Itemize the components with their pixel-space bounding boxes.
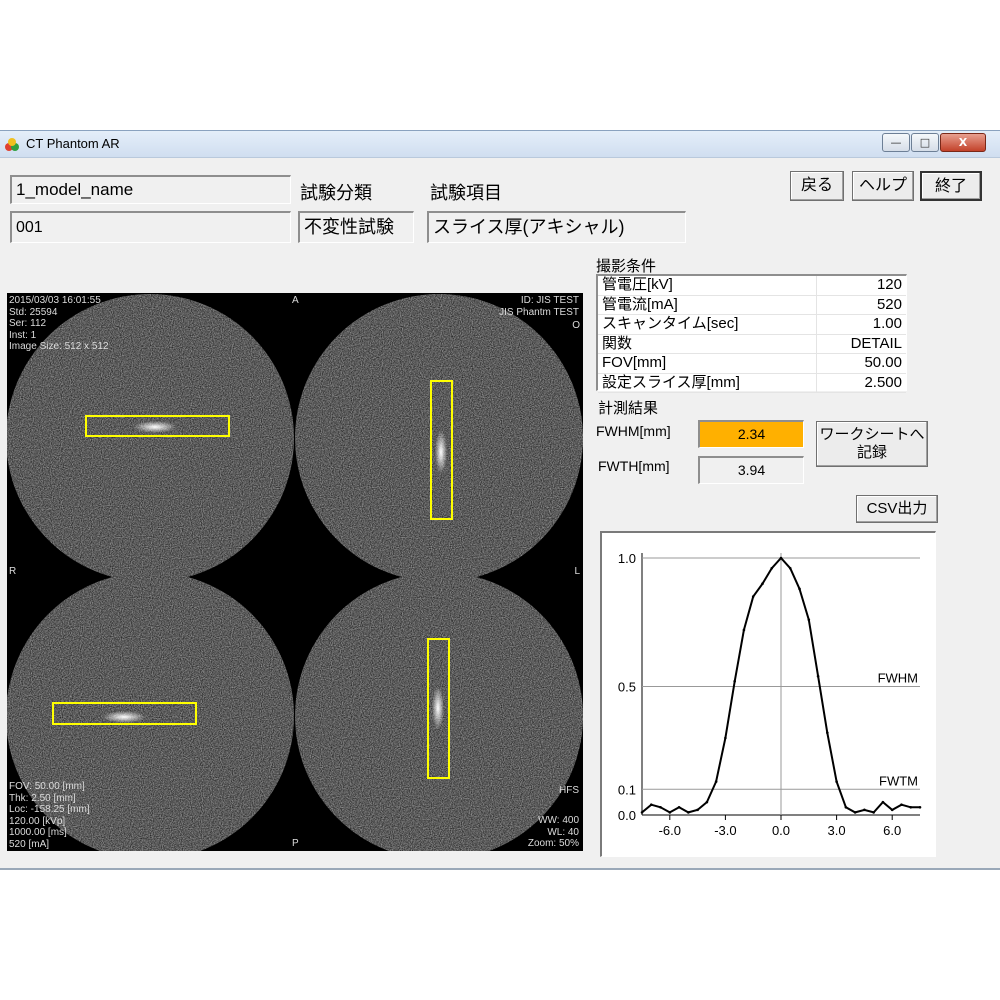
- app-logo-icon: [5, 138, 19, 151]
- data-point: [835, 780, 838, 783]
- annotation-fwtm: FWTM: [879, 773, 918, 788]
- data-point: [751, 595, 755, 598]
- conditions-table: 管電圧[kV] 120 管電流[mA] 520 スキャンタイム[sec] 1.00 関…: [596, 274, 907, 393]
- y-tick-label: 1.0: [618, 551, 636, 566]
- test-item-field: スライス厚(アキシャル): [427, 211, 686, 243]
- slice-spot-3: [102, 711, 146, 723]
- worksheet-button-line1: ワークシートへ: [819, 426, 925, 443]
- orientation-right: L: [574, 566, 580, 577]
- fwhm-value: 2.34: [698, 420, 804, 448]
- data-point: [687, 811, 690, 814]
- annotation-fwhm: FWHM: [878, 671, 918, 686]
- minimize-button[interactable]: —: [882, 133, 910, 152]
- app-window: CT Phantom AR — □ X 1_model_name 001 試験分…: [0, 130, 1000, 870]
- model-name-field[interactable]: 1_model_name: [10, 175, 291, 204]
- data-point: [724, 736, 727, 740]
- data-point: [705, 800, 709, 804]
- data-point: [826, 731, 829, 735]
- data-point: [807, 618, 811, 621]
- x-tick-label: 6.0: [883, 823, 901, 838]
- table-row: FOV[mm] 50.00: [598, 353, 906, 374]
- data-point: [863, 808, 866, 812]
- x-tick-label: 3.0: [828, 823, 846, 838]
- table-row: スキャンタイム[sec] 1.00: [598, 314, 906, 335]
- data-point: [890, 808, 894, 812]
- x-tick-label: -3.0: [714, 823, 736, 838]
- y-tick-label: 0.1: [618, 782, 636, 797]
- y-tick-label: 0.5: [618, 680, 636, 695]
- profile-chart-svg: 1.0 0.5 0.1 0.0 -6.0 -3.0 0.0 3.0 6.0 FWHM FWTM: [618, 551, 922, 838]
- table-row: 設定スライス厚[mm] 2.500: [598, 373, 906, 393]
- profile-chart: 1.0 0.5 0.1 0.0 -6.0 -3.0 0.0 3.0 6.0 FWHM FWTM: [600, 531, 936, 857]
- data-point: [900, 803, 903, 807]
- data-point: [742, 628, 746, 632]
- data-point: [668, 811, 672, 814]
- x-tick-label: 0.0: [772, 823, 790, 838]
- ct-image-viewer[interactable]: 2015/03/03 16:01:55 Std: 25594 Ser: 112 I…: [7, 293, 583, 851]
- data-point: [677, 805, 681, 809]
- data-point: [881, 800, 885, 804]
- data-point: [816, 674, 820, 678]
- data-point: [649, 803, 653, 807]
- x-tick-label: -6.0: [659, 823, 681, 838]
- data-point: [779, 556, 783, 560]
- overlay-bottom-right: WW: 400 WL: 40 Zoom: 50%: [527, 815, 579, 849]
- orientation-o: O: [572, 320, 580, 331]
- data-point: [918, 805, 922, 809]
- worksheet-record-button[interactable]: ワークシートへ 記録: [816, 421, 928, 467]
- category-field: 不変性試験: [298, 211, 414, 243]
- window-title: CT Phantom AR: [26, 136, 120, 151]
- ct-phantom-image: [7, 294, 583, 851]
- data-point: [853, 811, 857, 814]
- data-point: [872, 811, 875, 814]
- exit-button[interactable]: 終了: [920, 171, 982, 201]
- close-button[interactable]: X: [940, 133, 986, 152]
- overlay-top-left: 2015/03/03 16:01:55 Std: 25594 Ser: 112 I…: [9, 295, 109, 352]
- maximize-button[interactable]: □: [911, 133, 939, 152]
- slice-spot-1: [133, 421, 177, 433]
- model-code-field[interactable]: 001: [10, 211, 291, 243]
- orientation-hfs: HFS: [559, 785, 579, 796]
- back-button[interactable]: 戻る: [790, 171, 844, 201]
- y-tick-label: 0.0: [618, 808, 636, 823]
- orientation-top: A: [292, 295, 299, 306]
- data-point: [696, 808, 699, 812]
- title-bar: CT Phantom AR — □ X: [0, 131, 1000, 158]
- data-point: [770, 566, 774, 570]
- results-title: 計測結果: [598, 400, 659, 417]
- help-button[interactable]: ヘルプ: [852, 171, 914, 201]
- data-point: [733, 680, 736, 683]
- data-point: [909, 805, 913, 809]
- data-point: [640, 811, 644, 814]
- worksheet-button-line2: 記録: [856, 444, 887, 461]
- test-item-label: 試験項目: [430, 183, 502, 203]
- csv-export-button[interactable]: CSV出力: [856, 495, 938, 523]
- fwth-label: FWTH[mm]: [598, 458, 670, 474]
- data-point: [714, 780, 718, 783]
- fwhm-label: FWHM[mm]: [596, 423, 671, 439]
- overlay-top-right: ID: JIS TEST JIS Phantm TEST: [499, 295, 579, 318]
- slice-spot-4: [432, 686, 444, 730]
- data-point: [788, 566, 792, 570]
- slice-spot-2: [435, 430, 447, 474]
- category-label: 試験分類: [300, 183, 372, 203]
- table-row: 管電圧[kV] 120: [598, 276, 906, 296]
- data-point: [844, 805, 848, 809]
- data-point: [761, 582, 764, 585]
- orientation-bottom: P: [292, 838, 299, 849]
- table-row: 管電流[mA] 520: [598, 295, 906, 315]
- overlay-bottom-left: FOV: 50.00 [mm] Thk: 2.50 [mm] Loc: -158.…: [9, 781, 90, 850]
- data-point: [659, 805, 662, 809]
- table-row: 関数 DETAIL: [598, 334, 906, 354]
- orientation-left: R: [9, 566, 17, 577]
- data-point: [798, 587, 801, 591]
- conditions-title: 撮影条件: [596, 258, 657, 275]
- fwth-value: 3.94: [698, 456, 804, 484]
